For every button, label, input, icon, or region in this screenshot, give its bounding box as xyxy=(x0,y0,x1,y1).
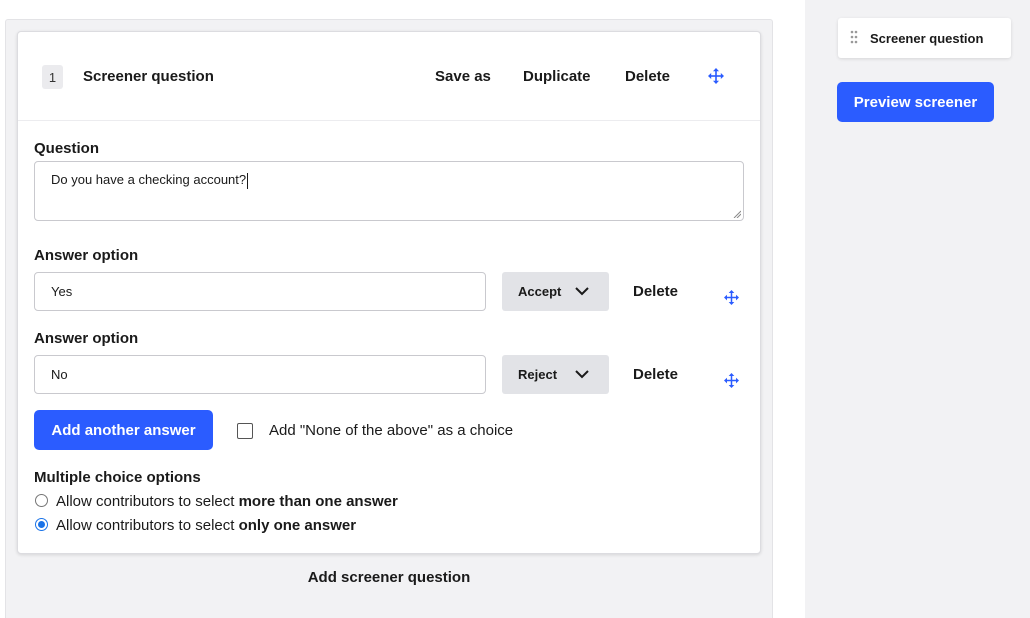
radio-only-one[interactable] xyxy=(35,518,48,531)
radio-label-emphasis: only one answer xyxy=(238,517,357,534)
delete-question-button[interactable]: Delete xyxy=(625,68,670,85)
chevron-down-icon xyxy=(575,287,589,296)
duplicate-button[interactable]: Duplicate xyxy=(523,68,591,85)
save-as-button[interactable]: Save as xyxy=(435,68,491,85)
move-arrows-icon[interactable] xyxy=(724,290,739,305)
drag-handle-icon[interactable] xyxy=(850,30,858,44)
answer-input[interactable]: Yes xyxy=(34,272,486,311)
question-textarea[interactable]: Do you have a checking account? xyxy=(34,161,744,221)
radio-label-prefix: Allow contributors to select xyxy=(56,493,239,510)
text-caret xyxy=(247,172,249,189)
outline-item-screener-question[interactable]: Screener question xyxy=(838,18,1011,58)
add-another-answer-button[interactable]: Add another answer xyxy=(34,410,213,450)
delete-answer-button[interactable]: Delete xyxy=(633,366,678,383)
radio-label-prefix: Allow contributors to select xyxy=(56,517,239,534)
none-of-above-checkbox[interactable] xyxy=(237,423,253,439)
resize-grip-icon[interactable] xyxy=(733,210,741,218)
radio-more-than-one[interactable] xyxy=(35,494,48,507)
delete-answer-button[interactable]: Delete xyxy=(633,283,678,300)
outline-item-label: Screener question xyxy=(870,31,984,46)
screener-question-card: 1 Screener question Save as Duplicate De… xyxy=(17,31,761,554)
move-arrows-icon[interactable] xyxy=(724,373,739,388)
add-screener-question-button[interactable]: Add screener question xyxy=(0,569,778,586)
none-of-above-label: Add "None of the above" as a choice xyxy=(269,422,514,439)
answer-option-label: Answer option xyxy=(34,330,139,347)
radio-label-emphasis: more than one answer xyxy=(238,493,398,510)
question-number-badge: 1 xyxy=(42,65,63,89)
question-label: Question xyxy=(34,140,100,157)
answer-option-label: Answer option xyxy=(34,247,139,264)
preview-screener-button[interactable]: Preview screener xyxy=(837,82,994,122)
answer-status-select[interactable]: Accept xyxy=(502,272,609,311)
answer-status-label: Reject xyxy=(518,367,558,382)
answer-status-select[interactable]: Reject xyxy=(502,355,609,394)
radio-only-one-label: Allow contributors to select only one an… xyxy=(56,517,356,534)
chevron-down-icon xyxy=(575,370,589,379)
question-title: Screener question xyxy=(83,68,214,85)
multiple-choice-heading: Multiple choice options xyxy=(34,469,201,486)
answer-input[interactable]: No xyxy=(34,355,486,394)
card-header: 1 Screener question Save as Duplicate De… xyxy=(18,32,760,121)
answer-status-label: Accept xyxy=(518,284,562,299)
radio-more-than-one-label: Allow contributors to select more than o… xyxy=(56,493,398,510)
move-arrows-icon[interactable] xyxy=(708,68,724,84)
question-text: Do you have a checking account? xyxy=(51,172,247,187)
